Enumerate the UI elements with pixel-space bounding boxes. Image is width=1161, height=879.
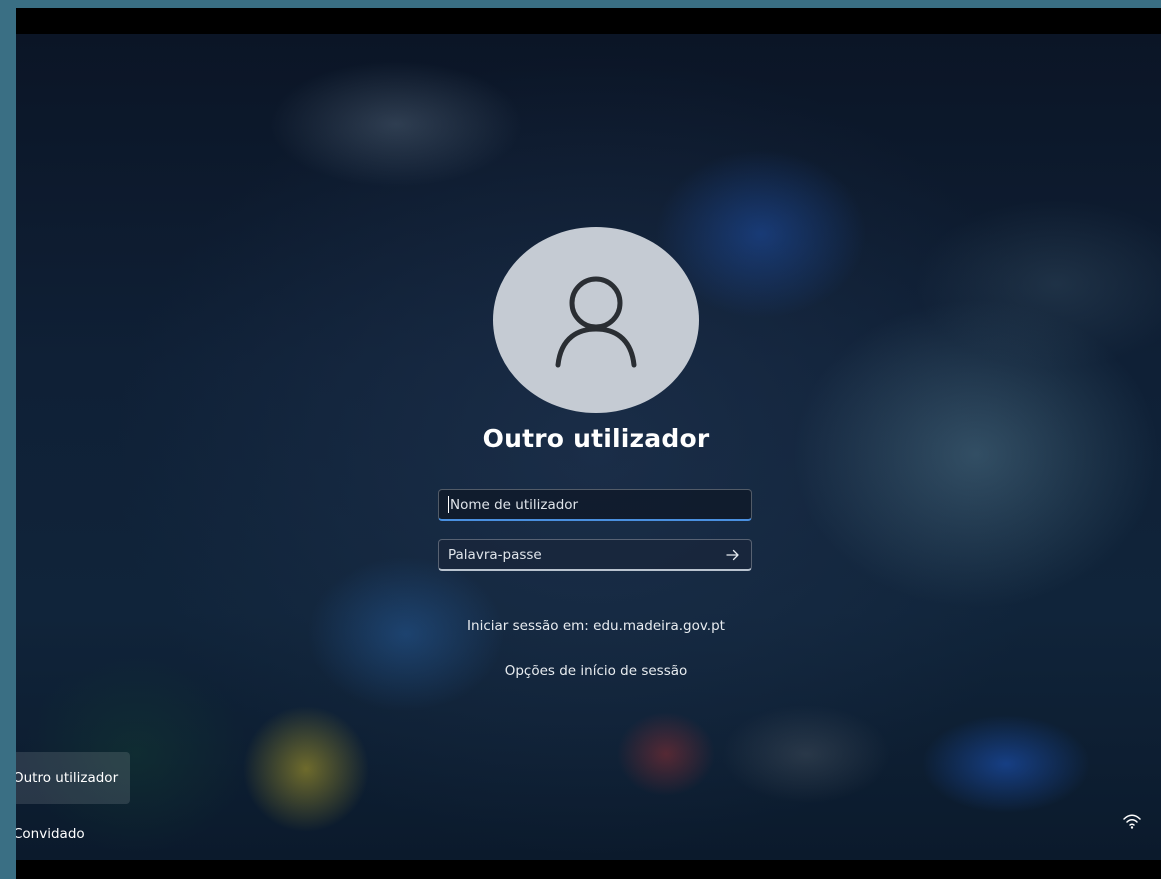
user-tile-other-user[interactable]: Outro utilizador bbox=[16, 752, 130, 804]
username-field[interactable] bbox=[438, 489, 752, 521]
blurred-wallpaper: Outro utilizador Iniciar sessão em: edu.… bbox=[16, 34, 1161, 860]
user-tile-guest[interactable]: Convidado bbox=[16, 808, 130, 860]
wifi-icon[interactable] bbox=[1122, 812, 1142, 830]
password-input[interactable] bbox=[448, 546, 698, 563]
password-field[interactable] bbox=[438, 539, 752, 571]
text-caret bbox=[448, 496, 449, 513]
submit-button[interactable] bbox=[721, 544, 745, 566]
lock-screen: Outro utilizador Iniciar sessão em: edu.… bbox=[16, 8, 1161, 879]
user-tile-label: Convidado bbox=[16, 826, 85, 842]
user-name-heading: Outro utilizador bbox=[482, 424, 710, 453]
username-input[interactable] bbox=[450, 496, 700, 513]
user-avatar bbox=[493, 227, 699, 413]
user-tile-label: Outro utilizador bbox=[16, 770, 119, 786]
arrow-right-icon bbox=[726, 549, 739, 561]
signin-domain-text: Iniciar sessão em: edu.madeira.gov.pt bbox=[467, 618, 725, 634]
person-icon bbox=[555, 276, 637, 368]
signin-options-link[interactable]: Opções de início de sessão bbox=[388, 663, 804, 679]
